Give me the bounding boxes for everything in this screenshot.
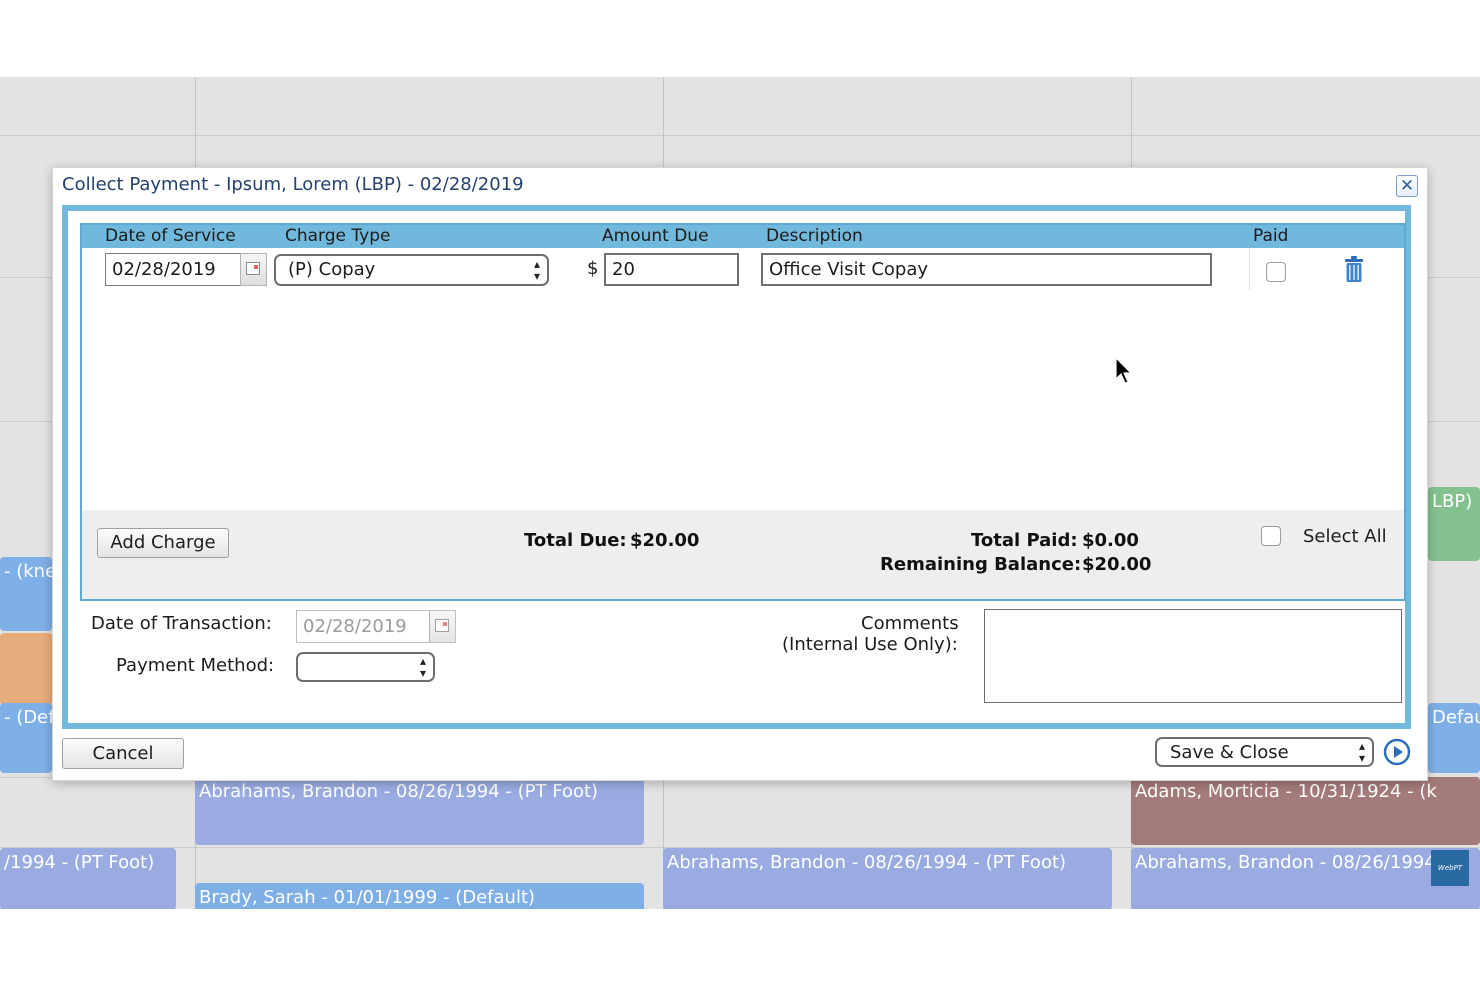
comments-sublabel: (Internal Use Only): <box>782 634 958 655</box>
save-option-value: Save & Close <box>1170 742 1289 763</box>
collect-payment-dialog: Collect Payment - Ipsum, Lorem (LBP) - 0… <box>52 167 1428 781</box>
add-charge-button[interactable]: Add Charge <box>97 528 229 558</box>
date-of-transaction-input[interactable]: 02/28/2019 <box>296 610 430 643</box>
appointment-block[interactable]: Adams, Morticia - 10/31/1924 - (k <box>1131 777 1480 845</box>
paid-column-divider <box>1249 248 1250 290</box>
appointment-block[interactable]: Abrahams, Brandon - 08/26/1994 - ( <box>1131 848 1480 909</box>
total-due-value: $20.00 <box>630 530 700 551</box>
column-header-charge-type: Charge Type <box>285 226 391 246</box>
amount-due-input[interactable]: 20 <box>604 253 739 286</box>
remaining-balance-value: $20.00 <box>1082 554 1152 575</box>
calendar-icon[interactable] <box>240 253 267 286</box>
charge-type-select[interactable]: (P) Copay ▴ ▾ <box>274 254 549 286</box>
total-paid-label: Total Paid: <box>971 530 1078 551</box>
appointment-block[interactable]: - (Def <box>0 703 52 773</box>
column-header-date-of-service: Date of Service <box>105 226 236 246</box>
total-paid-value: $0.00 <box>1082 530 1139 551</box>
charges-footer: Add Charge Total Due: $20.00 Total Paid:… <box>82 510 1404 599</box>
appointment-block[interactable]: Abrahams, Brandon - 08/26/1994 - (PT Foo… <box>663 848 1112 909</box>
payment-method-select[interactable]: ▴ ▾ <box>296 652 435 682</box>
mouse-cursor-icon <box>1115 357 1133 384</box>
charge-type-value: (P) Copay <box>288 259 376 280</box>
column-header-paid: Paid <box>1253 226 1289 246</box>
select-arrows-icon: ▴ ▾ <box>419 654 426 680</box>
calendar-icon[interactable] <box>429 610 456 643</box>
appointment-block[interactable]: Defau <box>1428 703 1480 773</box>
remaining-balance-label: Remaining Balance: <box>880 554 1082 575</box>
play-circle-icon[interactable] <box>1383 738 1411 766</box>
charges-header: Date of Service Charge Type Amount Due D… <box>82 225 1404 248</box>
description-input[interactable]: Office Visit Copay <box>761 253 1212 286</box>
comments-textarea[interactable] <box>984 609 1402 703</box>
total-due-label: Total Due: <box>524 530 627 551</box>
date-of-service-input[interactable]: 02/28/2019 <box>105 253 241 286</box>
calendar-gridline <box>0 135 1480 136</box>
appointment-block[interactable]: Abrahams, Brandon - 08/26/1994 - (PT Foo… <box>195 777 644 845</box>
payment-method-label: Payment Method: <box>116 655 275 676</box>
select-arrows-icon: ▴ ▾ <box>533 257 540 283</box>
appointment-block[interactable] <box>0 633 52 705</box>
cancel-button[interactable]: Cancel <box>62 738 184 769</box>
appointment-block[interactable]: /1994 - (PT Foot) <box>0 848 176 909</box>
select-all-checkbox[interactable] <box>1261 526 1281 546</box>
trash-icon[interactable] <box>1345 256 1363 282</box>
currency-symbol: $ <box>587 258 599 279</box>
select-all-label[interactable]: Select All <box>1303 526 1387 547</box>
comments-label: Comments <box>861 613 959 634</box>
charges-table: Date of Service Charge Type Amount Due D… <box>80 223 1406 601</box>
appointment-block[interactable]: - (kne <box>0 557 52 631</box>
close-icon[interactable]: ✕ <box>1396 175 1418 197</box>
column-header-amount-due: Amount Due <box>602 226 709 246</box>
save-option-select[interactable]: Save & Close ▴ ▾ <box>1155 737 1374 767</box>
payment-frame: Date of Service Charge Type Amount Due D… <box>62 205 1411 729</box>
appointment-block[interactable]: Brady, Sarah - 01/01/1999 - (Default) <box>195 883 644 909</box>
appointment-block[interactable]: LBP) <box>1428 487 1480 561</box>
date-of-transaction-label: Date of Transaction: <box>91 613 272 634</box>
dialog-title: Collect Payment - Ipsum, Lorem (LBP) - 0… <box>62 174 524 195</box>
select-arrows-icon: ▴ ▾ <box>1358 739 1365 765</box>
column-header-description: Description <box>766 226 863 246</box>
webpt-logo: WebPT <box>1431 850 1469 886</box>
paid-checkbox[interactable] <box>1266 262 1286 282</box>
